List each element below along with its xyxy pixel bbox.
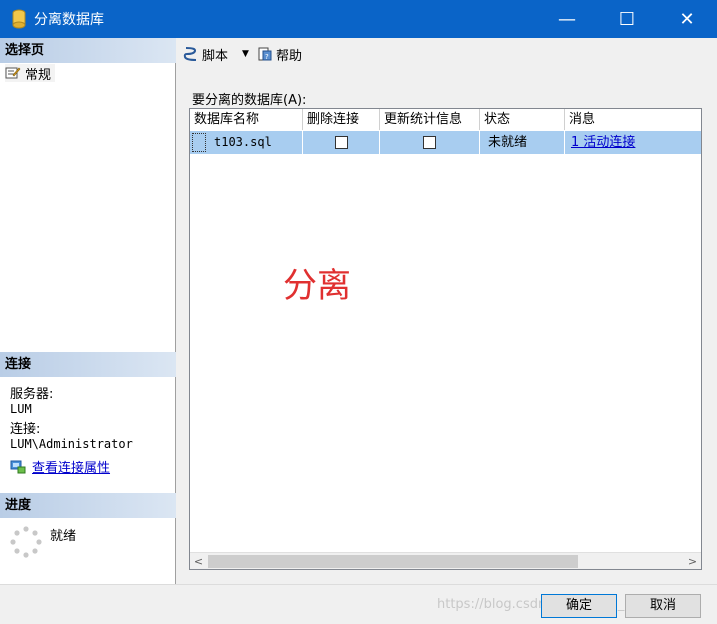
view-connection-properties-label: 查看连接属性 [32, 461, 111, 476]
drop-connections-cell [303, 131, 380, 154]
script-dropdown-chevron-down-icon[interactable]: ▼ [242, 49, 249, 59]
status-cell: 未就绪 [480, 131, 565, 154]
ok-button[interactable]: 确定 [541, 594, 617, 618]
grid-header-row: 数据库名称 删除连接 更新统计信息 状态 消息 [190, 109, 701, 130]
connection-properties-icon [10, 460, 26, 473]
databases-to-detach-label: 要分离的数据库(A): [192, 93, 307, 108]
help-button[interactable]: ? 帮助 [257, 45, 302, 64]
server-value: LUM [10, 402, 32, 416]
connection-label: 连接: [10, 422, 41, 437]
left-panel: 选择页 常规 连接 服务器: LUM 连接: LUM\Administrator… [0, 38, 176, 584]
column-header-status[interactable]: 状态 [480, 109, 565, 130]
properties-page-icon [5, 67, 21, 79]
db-name-cell[interactable]: t103.sql [190, 131, 303, 154]
column-header-message[interactable]: 消息 [565, 109, 701, 130]
update-statistics-cell [380, 131, 480, 154]
nav-item-label: 常规 [25, 67, 52, 83]
main-panel: 要分离的数据库(A): 数据库名称 删除连接 更新统计信息 状态 消息 t103… [177, 70, 717, 584]
script-label: 脚本 [202, 48, 229, 64]
detach-annotation: 分离 [283, 266, 351, 306]
cancel-button[interactable]: 取消 [625, 594, 701, 618]
minimize-button[interactable]: — [537, 0, 597, 38]
select-page-header: 选择页 [0, 38, 176, 63]
svg-text:?: ? [265, 53, 269, 61]
maximize-button[interactable]: ☐ [597, 0, 657, 38]
databases-grid[interactable]: 数据库名称 删除连接 更新统计信息 状态 消息 t103.sql 未就绪 1 活… [189, 108, 702, 570]
footer: https://blog.csdn.net/weixin_46101030 确定… [0, 584, 717, 624]
view-connection-properties-link[interactable]: 查看连接属性 [10, 457, 110, 476]
drop-connections-checkbox[interactable] [334, 136, 348, 149]
script-button[interactable]: 脚本 [183, 45, 228, 64]
column-header-drop-connections[interactable]: 删除连接 [303, 109, 380, 130]
window-title: 分离数据库 [34, 12, 104, 28]
connection-header: 连接 [0, 352, 176, 377]
progress-spinner-icon [10, 526, 42, 558]
db-name-value: t103.sql [214, 135, 272, 149]
progress-status: 就绪 [50, 529, 77, 544]
horizontal-scrollbar[interactable]: < > [190, 552, 701, 569]
scroll-right-chevron-right-icon[interactable]: > [684, 553, 701, 570]
scrollbar-thumb[interactable] [208, 555, 578, 568]
column-header-update-statistics[interactable]: 更新统计信息 [380, 109, 480, 130]
help-icon: ? [258, 47, 272, 61]
title-bar: 分离数据库 — ☐ ✕ [0, 0, 717, 38]
database-icon [12, 9, 26, 29]
close-button[interactable]: ✕ [657, 0, 717, 38]
scroll-left-chevron-left-icon[interactable]: < [190, 553, 207, 570]
column-header-db-name[interactable]: 数据库名称 [190, 109, 303, 130]
table-row[interactable]: t103.sql 未就绪 1 活动连接 [190, 131, 701, 154]
help-label: 帮助 [275, 48, 302, 64]
server-label: 服务器: [10, 387, 54, 402]
update-statistics-checkbox[interactable] [423, 136, 436, 149]
connection-value: LUM\Administrator [10, 437, 133, 451]
message-cell: 1 活动连接 [565, 131, 701, 154]
active-connections-link[interactable]: 1 活动连接 [571, 135, 635, 150]
toolbar: 脚本 ▼ ? 帮助 [177, 38, 717, 70]
row-focus-indicator [192, 133, 206, 152]
progress-header: 进度 [0, 493, 176, 518]
nav-item-general[interactable]: 常规 [5, 64, 56, 83]
script-icon [183, 47, 197, 61]
